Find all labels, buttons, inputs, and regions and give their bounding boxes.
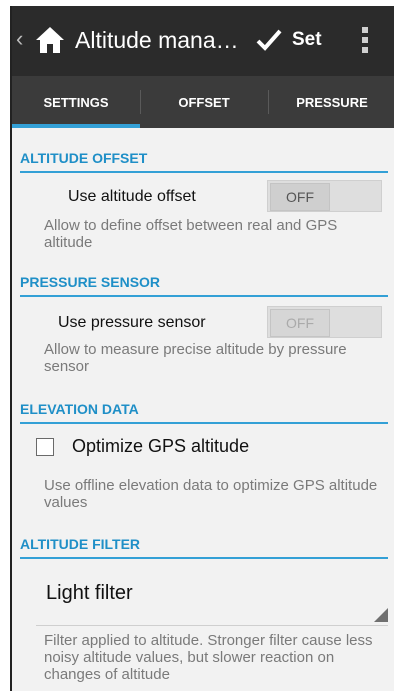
section-header-pressure-sensor: PRESSURE SENSOR — [20, 274, 388, 297]
checkmark-icon — [256, 29, 282, 51]
tab-bar: SETTINGS OFFSET PRESSURE — [12, 76, 394, 128]
tab-settings[interactable]: SETTINGS — [12, 76, 140, 128]
set-label: Set — [292, 29, 322, 50]
altitude-filter-spinner[interactable]: Light filter — [36, 572, 388, 622]
app-title[interactable]: Altitude mana… — [75, 26, 239, 54]
back-caret-icon[interactable]: ‹ — [16, 28, 23, 50]
altitude-filter-summary: Filter applied to altitude. Stronger fil… — [44, 632, 373, 683]
use-altitude-offset-label: Use altitude offset — [68, 188, 196, 205]
toggle-state: OFF — [270, 183, 330, 211]
elevation-data-summary: Use offline elevation data to optimize G… — [44, 477, 378, 511]
section-header-elevation-data: ELEVATION DATA — [20, 401, 388, 424]
tab-offset[interactable]: OFFSET — [140, 76, 268, 128]
action-bar: ‹ Altitude mana… Set — [12, 6, 394, 76]
pressure-sensor-summary: Allow to measure precise altitude by pre… — [44, 341, 347, 375]
dropdown-corner-icon — [374, 608, 388, 622]
optimize-gps-altitude-label[interactable]: Optimize GPS altitude — [72, 436, 249, 457]
set-button[interactable]: Set — [256, 20, 322, 60]
altitude-offset-summary: Allow to define offset between real and … — [44, 217, 338, 251]
overflow-menu-icon[interactable] — [360, 27, 370, 57]
home-icon[interactable] — [34, 24, 66, 56]
optimize-gps-altitude-checkbox[interactable] — [36, 438, 54, 456]
section-header-altitude-offset: ALTITUDE OFFSET — [20, 150, 388, 173]
altitude-filter-value: Light filter — [46, 582, 133, 604]
toggle-state: OFF — [270, 309, 330, 337]
spinner-underline — [36, 625, 388, 626]
altitude-offset-toggle[interactable]: OFF — [267, 180, 382, 212]
pressure-sensor-toggle[interactable]: OFF — [267, 306, 382, 338]
section-header-altitude-filter: ALTITUDE FILTER — [20, 536, 388, 559]
use-pressure-sensor-label: Use pressure sensor — [58, 314, 206, 331]
app-screen: ‹ Altitude mana… Set SETTINGS OFFSET PRE… — [10, 6, 394, 691]
tab-pressure[interactable]: PRESSURE — [268, 76, 394, 128]
